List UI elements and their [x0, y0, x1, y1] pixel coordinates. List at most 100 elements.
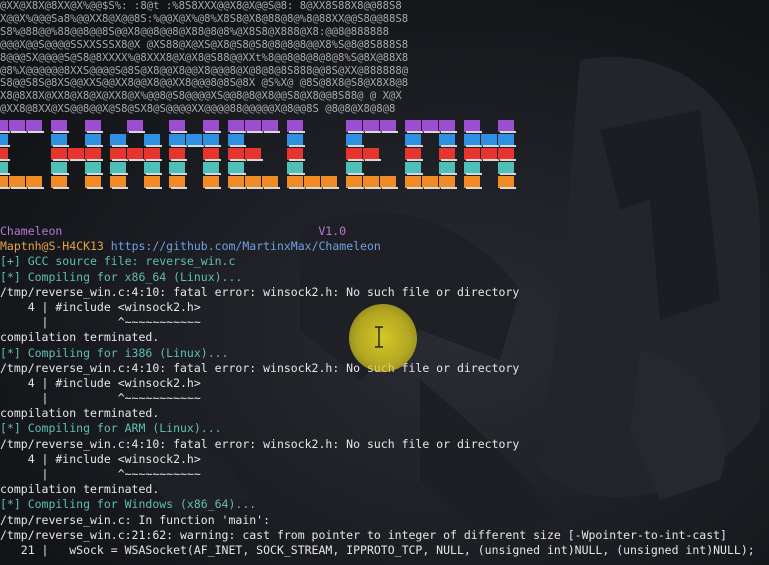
log-line: 4 | #include <winsock2.h>: [0, 375, 201, 390]
banner-block: [26, 176, 42, 188]
banner-shadow: [441, 173, 457, 175]
banner-block: [186, 134, 202, 146]
banner-shadow: [323, 187, 339, 189]
banner-shadow: [129, 159, 145, 161]
banner-shadow: [146, 145, 162, 147]
banner-shadow: [230, 131, 246, 133]
banner-block: [203, 176, 219, 188]
banner-block: [228, 120, 244, 132]
banner-shadow: [382, 187, 398, 189]
banner-shadow: [407, 187, 423, 189]
app-name: Chameleon: [0, 224, 63, 238]
banner-shadow: [205, 187, 221, 189]
banner-block: [439, 134, 455, 146]
banner-shadow: [230, 145, 246, 147]
banner-block: [9, 120, 25, 132]
banner-shadow: [87, 159, 103, 161]
banner-block: [464, 162, 480, 174]
banner-shadow: [365, 131, 381, 133]
banner-shadow: [466, 131, 482, 133]
banner-shadow: [365, 187, 381, 189]
banner-block: [287, 176, 303, 188]
log-line: /tmp/reverse_win.c: In function 'main':: [0, 512, 271, 527]
banner-block: [85, 120, 101, 132]
banner-block: [127, 120, 143, 132]
banner-shadow: [289, 159, 305, 161]
banner-shadow: [53, 145, 69, 147]
banner-shadow: [441, 145, 457, 147]
banner-block: [422, 120, 438, 132]
banner-block: [228, 176, 244, 188]
log-line: /tmp/reverse_win.c:4:10: fatal error: wi…: [0, 284, 520, 299]
banner-block: [346, 176, 362, 188]
log-line: /tmp/reverse_win.c:4:10: fatal error: wi…: [0, 436, 520, 451]
terminal-output: Chameleon V1.0 Maptnh@S-H4CK13 https://gi…: [0, 224, 769, 558]
banner-block: [346, 134, 362, 146]
banner-block: [405, 148, 421, 160]
banner-block: [498, 176, 514, 188]
banner-block: [380, 120, 396, 132]
banner-shadow: [500, 159, 516, 161]
banner-block: [203, 162, 219, 174]
user-repo-line: Maptnh@S-H4CK13 https://github.com/Marti…: [0, 239, 769, 254]
banner-shadow: [70, 159, 86, 161]
banner-shadow: [466, 159, 482, 161]
banner-shadow: [264, 187, 280, 189]
banner-shadow: [205, 131, 221, 133]
banner-block: [363, 120, 379, 132]
banner-shadow: [424, 187, 440, 189]
repo-link[interactable]: https://github.com/MartinxMax/Chameleon: [111, 239, 381, 253]
banner-block: [287, 120, 303, 132]
banner-shadow: [407, 131, 423, 133]
banner-block: [439, 148, 455, 160]
banner-shadow: [289, 145, 305, 147]
banner-shadow: [87, 131, 103, 133]
banner-shadow: [171, 187, 187, 189]
banner-shadow: [441, 131, 457, 133]
banner-block: [0, 120, 8, 132]
banner-shadow: [171, 173, 187, 175]
banner-block: [169, 134, 185, 146]
banner-block: [0, 162, 8, 174]
log-line: | ^~~~~~~~~~~~: [0, 391, 201, 406]
banner-shadow: [483, 159, 499, 161]
banner-shadow: [407, 145, 423, 147]
banner-shadow: [205, 173, 221, 175]
banner-shadow: [146, 159, 162, 161]
banner-block: [405, 176, 421, 188]
banner-block: [228, 148, 244, 160]
ibeam-cursor-icon: [375, 326, 383, 348]
banner-shadow: [441, 159, 457, 161]
banner-shadow: [188, 145, 204, 147]
banner-block: [464, 120, 480, 132]
banner-block: [405, 120, 421, 132]
banner-shadow: [53, 173, 69, 175]
banner-block: [380, 176, 396, 188]
banner-block: [85, 134, 101, 146]
banner-block: [110, 162, 126, 174]
banner-shadow: [289, 187, 305, 189]
banner-shadow: [205, 145, 221, 147]
banner-block: [169, 120, 185, 132]
banner-block: [203, 134, 219, 146]
banner-block: [127, 148, 143, 160]
banner-block: [203, 120, 219, 132]
banner-shadow: [112, 159, 128, 161]
banner-shadow: [365, 159, 381, 161]
banner-block: [321, 176, 337, 188]
banner-shadow: [466, 145, 482, 147]
banner-block: [0, 134, 8, 146]
banner-block: [51, 162, 67, 174]
banner-block: [405, 162, 421, 174]
banner-block: [481, 134, 497, 146]
banner-block: [346, 148, 362, 160]
banner-shadow: [11, 187, 27, 189]
app-version: V1.0: [318, 224, 347, 238]
banner-shadow: [230, 159, 246, 161]
banner-block: [363, 148, 379, 160]
banner-block: [439, 176, 455, 188]
banner-block: [144, 162, 160, 174]
banner-shadow: [171, 145, 187, 147]
banner-block: [346, 120, 362, 132]
log-line: compilation terminated.: [0, 406, 160, 421]
